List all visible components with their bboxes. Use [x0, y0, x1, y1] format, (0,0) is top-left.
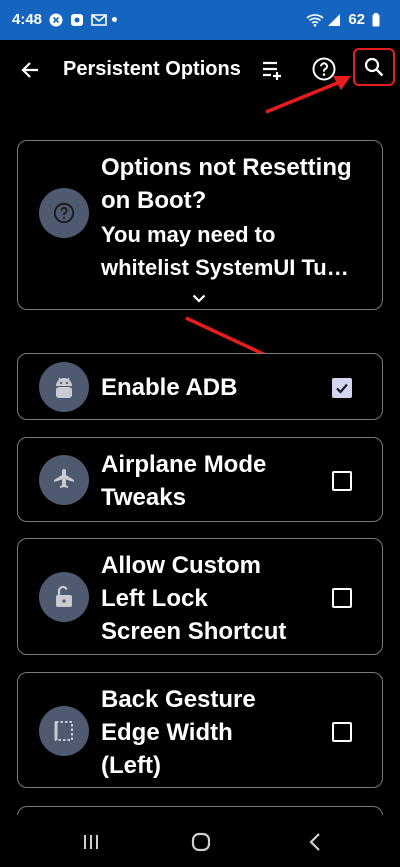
enable-adb-checkbox[interactable] [332, 378, 352, 398]
airplane-mode-checkbox[interactable] [332, 471, 352, 491]
android-icon [39, 362, 89, 412]
recents-icon[interactable] [76, 827, 106, 857]
lock-open-icon [39, 572, 89, 622]
option-label: Enable ADB [101, 374, 238, 401]
chevron-down-icon[interactable] [192, 290, 206, 308]
option-label: Airplane Mode Tweaks [101, 451, 267, 511]
home-icon[interactable] [186, 827, 216, 857]
option-label: Allow Custom Left Lock Screen Shortcut [101, 552, 287, 645]
airplane-icon [39, 455, 89, 505]
info-card[interactable]: Options not Resetting on Boot? You may n… [17, 140, 383, 310]
back-nav-icon[interactable] [300, 827, 330, 857]
option-custom-left-lock-shortcut[interactable]: Allow Custom Left Lock Screen Shortcut [17, 538, 383, 655]
back-gesture-checkbox[interactable] [332, 722, 352, 742]
option-label: Back Gesture Edge Width (Left) [101, 686, 256, 779]
question-icon [39, 188, 89, 238]
option-back-gesture-edge-width[interactable]: Back Gesture Edge Width (Left) [17, 672, 383, 788]
info-card-title: Options not Resetting on Boot? [101, 154, 352, 214]
option-enable-adb[interactable]: Enable ADB [17, 353, 383, 420]
option-airplane-mode-tweaks[interactable]: Airplane Mode Tweaks [17, 437, 383, 522]
info-card-body: You may need to whitelist SystemUI Tu… [101, 222, 349, 280]
custom-lock-shortcut-checkbox[interactable] [332, 588, 352, 608]
edge-width-icon [39, 706, 89, 756]
navigation-bar [0, 815, 400, 867]
